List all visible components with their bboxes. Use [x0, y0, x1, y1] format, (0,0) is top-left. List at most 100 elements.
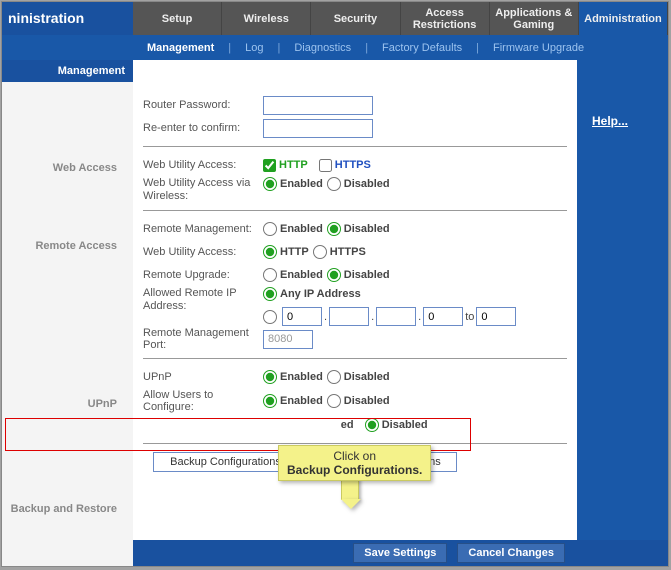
section-divider	[143, 358, 567, 359]
radio-ru-enabled[interactable]: Enabled	[263, 268, 323, 282]
sidebar-item-web-access: Web Access	[2, 162, 125, 174]
checkbox-http[interactable]: HTTP	[263, 159, 308, 172]
subtab-firmware-upgrade[interactable]: Firmware Upgrade	[489, 42, 588, 54]
router-password-input[interactable]	[263, 96, 373, 115]
footer-bar: Save Settings Cancel Changes	[133, 540, 577, 566]
ip-octet-1[interactable]	[282, 307, 322, 326]
ip-octet-3[interactable]	[376, 307, 416, 326]
radio-label: Disabled	[382, 419, 428, 431]
sidebar-item-backup-restore: Backup and Restore	[2, 503, 125, 515]
subtab-diagnostics[interactable]: Diagnostics	[290, 42, 355, 54]
radio-label: HTTPS	[330, 246, 366, 258]
section-divider	[143, 210, 567, 211]
tab-wireless[interactable]: Wireless	[222, 2, 311, 35]
label-allow-configure: Allow Users to Configure:	[143, 389, 263, 413]
ip-octet-to[interactable]	[476, 307, 516, 326]
radio-label: Enabled	[280, 178, 323, 190]
subtab-management[interactable]: Management	[143, 42, 218, 54]
radio-label: Disabled	[344, 223, 390, 235]
section-divider	[143, 443, 567, 444]
sidebar-item-management: Management	[2, 60, 133, 82]
radio-label: Enabled	[280, 269, 323, 281]
divider-icon: |	[267, 42, 290, 54]
callout-line1: Click on	[287, 449, 422, 463]
header-strip-right	[577, 60, 668, 82]
sidebar-item-remote-access: Remote Access	[2, 240, 125, 252]
checkbox-http-label: HTTP	[279, 159, 308, 171]
label-to: to	[465, 311, 474, 323]
sidebar-item-upnp: UPnP	[2, 398, 125, 410]
radio-rwu-https[interactable]: HTTPS	[313, 245, 366, 259]
dot-icon: .	[371, 311, 374, 323]
radio-label: Enabled	[280, 223, 323, 235]
label-remote-web-utility: Web Utility Access:	[143, 246, 263, 258]
main-tab-bar: Setup Wireless Security Access Restricti…	[133, 2, 668, 35]
ip-octet-2[interactable]	[329, 307, 369, 326]
radio-label: Enabled	[280, 371, 323, 383]
radio-label: Disabled	[344, 395, 390, 407]
dot-icon: .	[324, 311, 327, 323]
dot-icon: .	[418, 311, 421, 323]
tab-administration[interactable]: Administration	[579, 2, 668, 35]
subtab-bar-spacer	[2, 35, 133, 60]
backup-configurations-button[interactable]: Backup Configurations	[153, 452, 298, 472]
label-web-utility-access: Web Utility Access:	[143, 159, 263, 171]
tab-setup[interactable]: Setup	[133, 2, 222, 35]
radio-wuw-disabled[interactable]: Disabled	[327, 177, 390, 191]
radio-label: HTTP	[280, 246, 309, 258]
subtab-factory-defaults[interactable]: Factory Defaults	[378, 42, 466, 54]
checkbox-https-label: HTTPS	[335, 159, 371, 171]
radio-label: Enabled	[280, 395, 323, 407]
tab-access-restrictions[interactable]: Access Restrictions	[401, 2, 490, 35]
reenter-password-input[interactable]	[263, 119, 373, 138]
label-router-password: Router Password:	[143, 99, 263, 111]
footer-spacer-right	[577, 540, 668, 566]
tab-applications-gaming[interactable]: Applications & Gaming	[490, 2, 579, 35]
main-panel: Router Password: Re-enter to confirm: We…	[133, 82, 577, 540]
label-web-utility-wireless: Web Utility Access via Wireless:	[143, 177, 263, 203]
callout-line2: Backup Configurations.	[287, 463, 422, 477]
ip-octet-4[interactable]	[423, 307, 463, 326]
remote-port-input[interactable]	[263, 330, 313, 349]
cancel-changes-button[interactable]: Cancel Changes	[457, 543, 565, 563]
radio-upnp-enabled[interactable]: Enabled	[263, 370, 323, 384]
checkbox-https[interactable]: HTTPS	[319, 159, 371, 172]
subtab-log[interactable]: Log	[241, 42, 267, 54]
label-remote-port: Remote Management Port:	[143, 327, 263, 351]
header-strip-mid	[133, 60, 577, 82]
divider-icon: |	[218, 42, 241, 54]
help-link[interactable]: Help...	[592, 114, 628, 128]
label-allow-disable	[143, 419, 263, 431]
radio-cfg-enabled[interactable]: Enabled	[263, 394, 323, 408]
label-reenter: Re-enter to confirm:	[143, 122, 263, 134]
callout-arrow-icon	[341, 478, 359, 500]
sidebar: Management Web Access Remote Access UPnP…	[2, 82, 133, 540]
divider-icon: |	[355, 42, 378, 54]
radio-rm-disabled[interactable]: Disabled	[327, 222, 390, 236]
radio-dis-disabled[interactable]: Disabled	[365, 418, 428, 432]
section-divider	[143, 146, 567, 147]
radio-anyip[interactable]: Any IP Address	[263, 287, 361, 301]
label-remote-management: Remote Management:	[143, 223, 263, 235]
radio-cfg-disabled[interactable]: Disabled	[327, 394, 390, 408]
label-allowed-remote-ip: Allowed Remote IP Address:	[143, 287, 263, 313]
divider-icon: |	[466, 42, 489, 54]
footer-spacer	[2, 540, 133, 566]
label-upnp: UPnP	[143, 371, 263, 383]
radio-ru-disabled[interactable]: Disabled	[327, 268, 390, 282]
radio-wuw-enabled[interactable]: Enabled	[263, 177, 323, 191]
right-panel: Help...	[576, 82, 668, 540]
radio-label: Disabled	[344, 269, 390, 281]
sub-tab-bar: Management | Log | Diagnostics | Factory…	[133, 35, 668, 60]
radio-rwu-http[interactable]: HTTP	[263, 245, 309, 259]
save-settings-button[interactable]: Save Settings	[353, 543, 447, 563]
tutorial-callout: Click on Backup Configurations.	[278, 445, 431, 481]
label-remote-upgrade: Remote Upgrade:	[143, 269, 263, 281]
radio-specific-ip[interactable]	[263, 310, 280, 324]
radio-label: Any IP Address	[280, 288, 361, 300]
page-title: ninistration	[2, 2, 133, 35]
radio-upnp-disabled[interactable]: Disabled	[327, 370, 390, 384]
radio-rm-enabled[interactable]: Enabled	[263, 222, 323, 236]
radio-label: Disabled	[344, 178, 390, 190]
tab-security[interactable]: Security	[311, 2, 400, 35]
